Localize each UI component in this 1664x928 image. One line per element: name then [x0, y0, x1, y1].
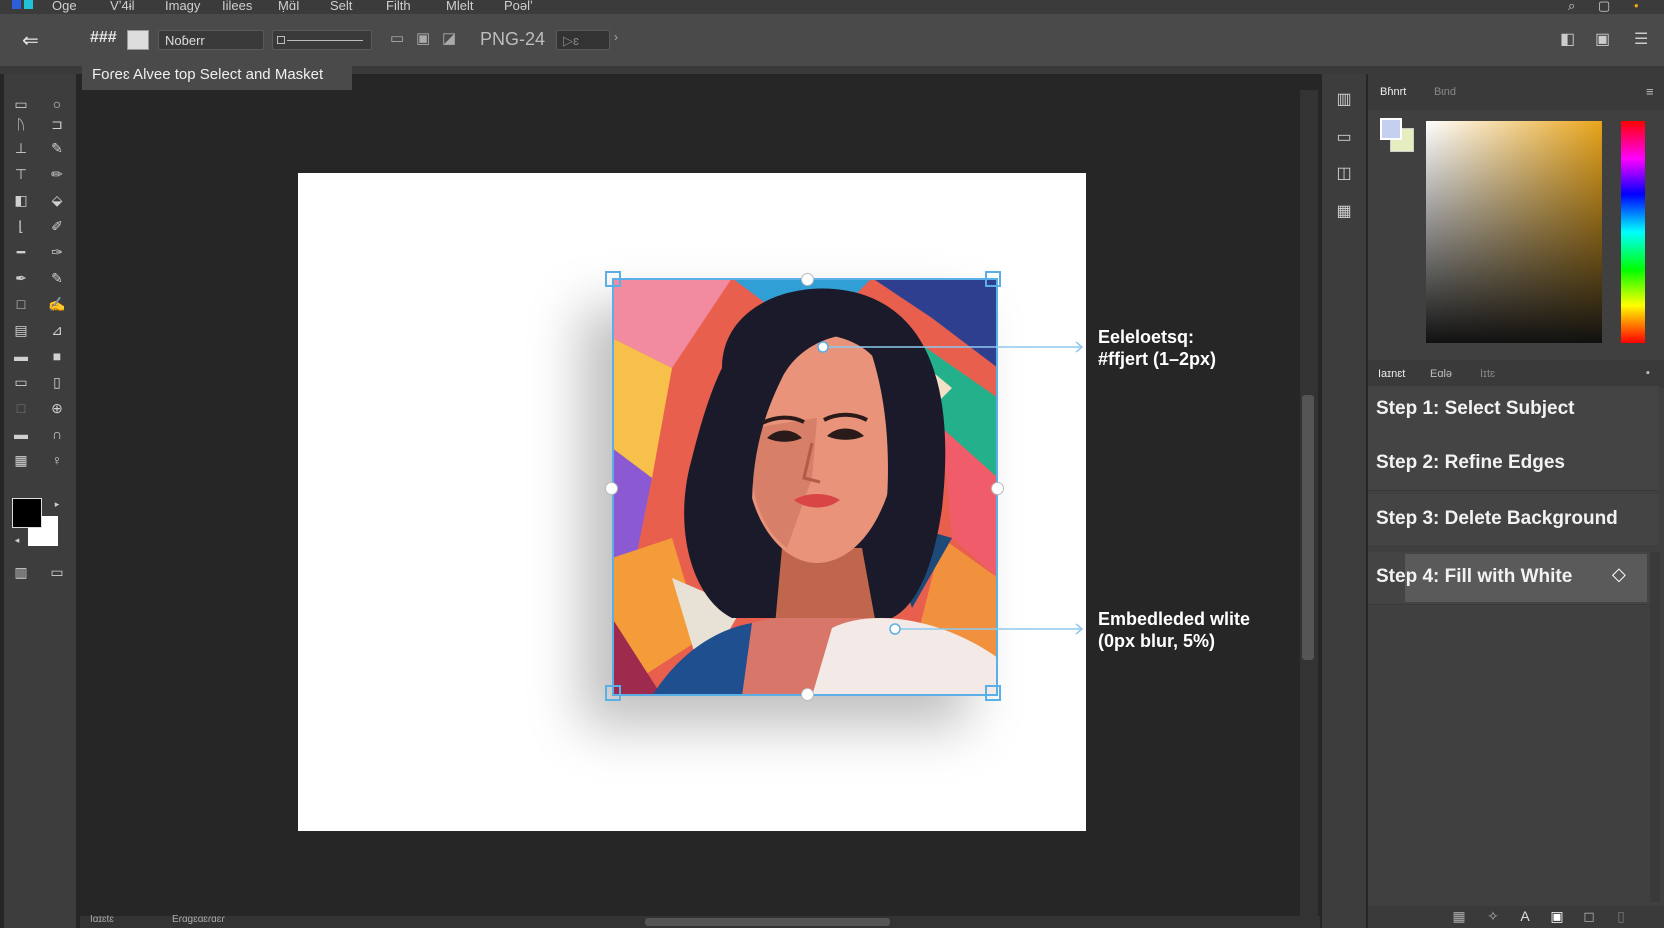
foreground-color-swatch[interactable]: [12, 498, 42, 528]
status-left-text: Iɑɪɛtɛ: [90, 914, 114, 925]
annotation-shadow-line2: (0px blur, 5%): [1098, 631, 1216, 651]
step-row-4[interactable]: Step 4: Fill with White ◇: [1368, 552, 1658, 605]
steps-panel-menu-icon[interactable]: ▪: [1646, 367, 1650, 379]
libraries-icon[interactable]: ▥: [1335, 92, 1353, 108]
tab-channels[interactable]: Eɑlə: [1430, 368, 1452, 380]
annotation-edge-line2: #ffjert (1–2px): [1098, 349, 1217, 369]
step-3-label: Step 3: Delete Background: [1376, 508, 1618, 529]
hue-slider[interactable]: [1621, 121, 1645, 343]
new-layer-icon[interactable]: ◻: [1580, 908, 1598, 924]
mask-icon[interactable]: A: [1516, 908, 1534, 924]
link-layers-icon[interactable]: ▦: [1450, 908, 1468, 924]
horizontal-scroll-thumb[interactable]: [645, 918, 890, 926]
step-4-label: Step 4: Fill with White: [1376, 566, 1573, 587]
panel-menu-icon[interactable]: ≡: [1646, 84, 1654, 99]
step-row-2[interactable]: Step 2: Refine Edges: [1368, 438, 1658, 491]
step-1-label: Step 1: Select Subject: [1376, 398, 1575, 419]
layout-icon[interactable]: ▦: [1335, 204, 1353, 220]
tab-layers[interactable]: Iaɪnɛt: [1378, 368, 1405, 380]
annotation-edge-line1: Eeleloetsq:: [1098, 327, 1195, 347]
annotation-shadow-label: Embedleded wlite (0px blur, 5%): [1098, 608, 1250, 652]
properties-icon[interactable]: ▭: [1335, 130, 1353, 146]
diamond-icon[interactable]: ◇: [1612, 564, 1626, 585]
step-row-1[interactable]: Step 1: Select Subject: [1368, 386, 1658, 439]
status-mid-text: Eɾɑɡɛɑɛɾɑɛɾ: [172, 914, 225, 925]
color-panel-header: Bɦnrt Bɩnd ≡: [1368, 74, 1664, 110]
steps-panel-scrollbar[interactable]: [1650, 552, 1660, 902]
step-2-label: Step 2: Refine Edges: [1376, 452, 1565, 473]
annotation-edge-label: Eeleloetsq: #ffjert (1–2px): [1098, 326, 1216, 370]
tab-paths[interactable]: Iɪtɛ: [1480, 368, 1495, 380]
fg-color-chip[interactable]: [1380, 118, 1402, 140]
adjustments-icon[interactable]: ◫: [1335, 166, 1353, 182]
new-group-icon[interactable]: ▣: [1548, 908, 1566, 924]
tab-swatches[interactable]: Bɩnd: [1434, 86, 1456, 98]
trash-icon[interactable]: ▯: [1612, 908, 1630, 924]
vertical-scroll-thumb[interactable]: [1302, 395, 1314, 660]
fx-icon[interactable]: ✧: [1484, 908, 1502, 924]
panel-icon-column: ▥ ▭ ◫ ▦: [1322, 74, 1366, 928]
step-row-3[interactable]: Step 3: Delete Background: [1368, 494, 1658, 547]
panel-bottom-toolbar: ▦ ✧ A ▣ ◻ ▯: [1368, 906, 1664, 928]
color-picker-field[interactable]: [1426, 121, 1602, 343]
tab-color[interactable]: Bɦnrt: [1380, 86, 1406, 98]
annotation-shadow-line1: Embedleded wlite: [1098, 609, 1251, 629]
steps-panel-header: Iaɪnɛt Eɑlə Iɪtɛ ▪: [1368, 360, 1664, 388]
